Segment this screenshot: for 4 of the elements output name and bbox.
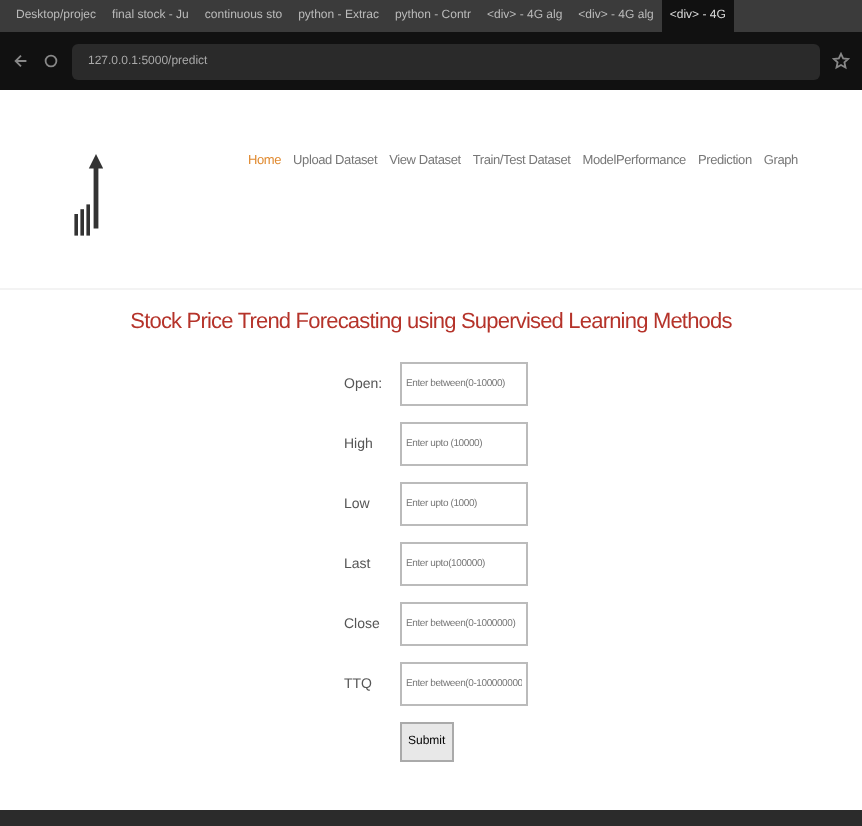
refresh-icon[interactable] xyxy=(42,52,60,70)
page-title: Stock Price Trend Forecasting using Supervised Learning Methods xyxy=(128,310,734,334)
back-icon[interactable] xyxy=(12,52,30,70)
star-icon[interactable] xyxy=(832,52,850,70)
